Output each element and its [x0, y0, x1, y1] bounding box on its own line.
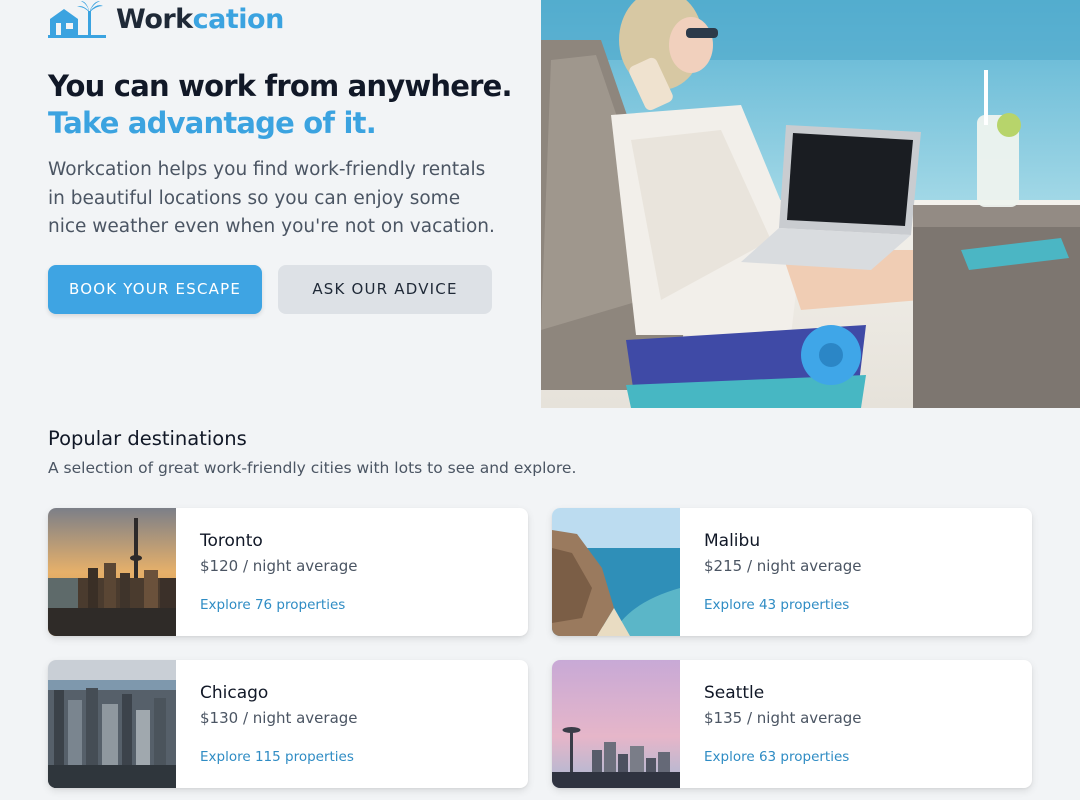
city-name: Seattle — [704, 683, 765, 703]
book-your-escape-button[interactable]: BOOK YOUR ESCAPE — [48, 264, 262, 314]
explore-properties-link[interactable]: Explore 115 properties — [200, 748, 358, 766]
brand-name: Workcation — [116, 0, 284, 40]
city-price: $215 / night average — [704, 557, 862, 575]
hero-description: Workcation helps you find work-friendly … — [48, 159, 495, 237]
city-name: Toronto — [200, 531, 263, 551]
chicago-skyline-image-icon — [48, 660, 176, 788]
explore-properties-link[interactable]: Explore 43 properties — [704, 596, 862, 614]
city-name: Malibu — [704, 531, 761, 551]
ask-our-advice-button[interactable]: ASK OUR ADVICE — [278, 264, 492, 314]
section-title: Popular destinations — [48, 427, 247, 450]
malibu-coast-image-icon — [552, 508, 680, 636]
city-price: $130 / night average — [200, 709, 358, 727]
cta-buttons: BOOK YOUR ESCAPE ASK OUR ADVICE — [48, 264, 518, 314]
beach-laptop-photo-icon — [541, 0, 1080, 408]
destination-card-toronto[interactable]: Toronto $120 / night average Explore 76 … — [48, 508, 528, 636]
hero-section: Workcation You can work from anywhere. T… — [48, 0, 518, 314]
destination-card-chicago[interactable]: Chicago $130 / night average Explore 115… — [48, 660, 528, 788]
hero-headline: You can work from anywhere. Take advanta… — [48, 68, 518, 142]
popular-destinations-section: Popular destinations A selection of grea… — [48, 424, 1032, 788]
seattle-skyline-image-icon — [552, 660, 680, 788]
city-price: $120 / night average — [200, 557, 358, 575]
house-palm-logo-icon — [48, 1, 106, 38]
explore-properties-link[interactable]: Explore 76 properties — [200, 596, 358, 614]
toronto-skyline-image-icon — [48, 508, 176, 636]
section-subtitle: A selection of great work-friendly citie… — [48, 459, 577, 477]
destination-card-seattle[interactable]: Seattle $135 / night average Explore 63 … — [552, 660, 1032, 788]
hero-image — [541, 0, 1080, 408]
headline-line-2: Take advantage of it. — [48, 106, 377, 140]
brand-name-part2: cation — [192, 4, 285, 35]
explore-properties-link[interactable]: Explore 63 properties — [704, 748, 862, 766]
destination-card-malibu[interactable]: Malibu $215 / night average Explore 43 p… — [552, 508, 1032, 636]
city-name: Chicago — [200, 683, 269, 703]
city-price: $135 / night average — [704, 709, 862, 727]
destination-grid: Toronto $120 / night average Explore 76 … — [48, 508, 1032, 788]
headline-line-1: You can work from anywhere. — [48, 69, 512, 103]
brand-name-part1: Work — [116, 4, 193, 35]
logo[interactable]: Workcation — [48, 0, 518, 40]
